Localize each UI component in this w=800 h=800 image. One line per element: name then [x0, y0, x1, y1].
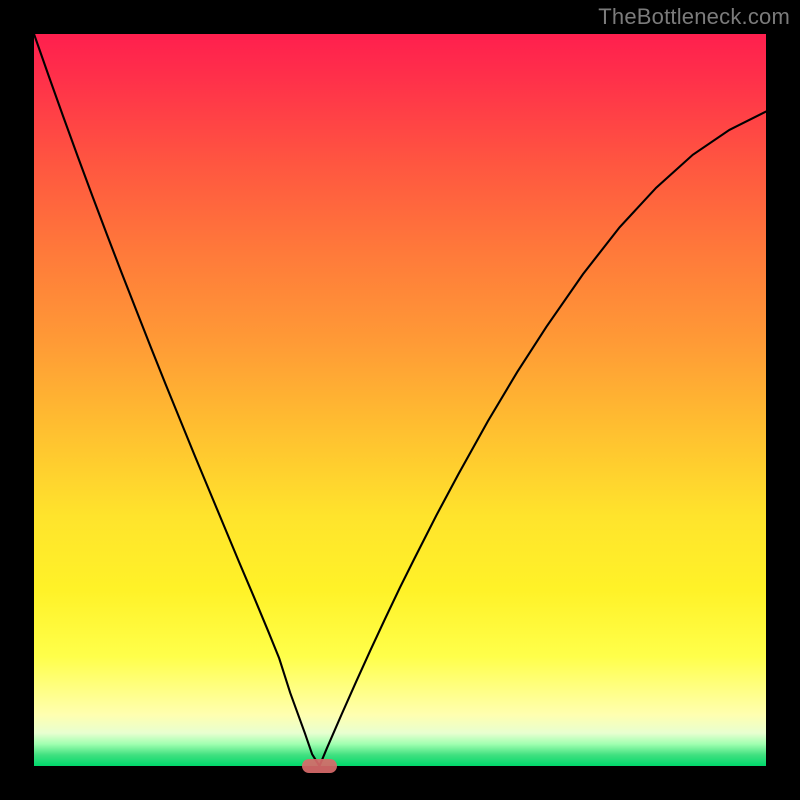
minimum-marker	[302, 759, 338, 773]
plot-area	[34, 34, 766, 766]
bottleneck-curve	[34, 34, 766, 766]
watermark-text: TheBottleneck.com	[598, 4, 790, 30]
chart-frame: TheBottleneck.com	[0, 0, 800, 800]
curve-layer	[34, 34, 766, 766]
